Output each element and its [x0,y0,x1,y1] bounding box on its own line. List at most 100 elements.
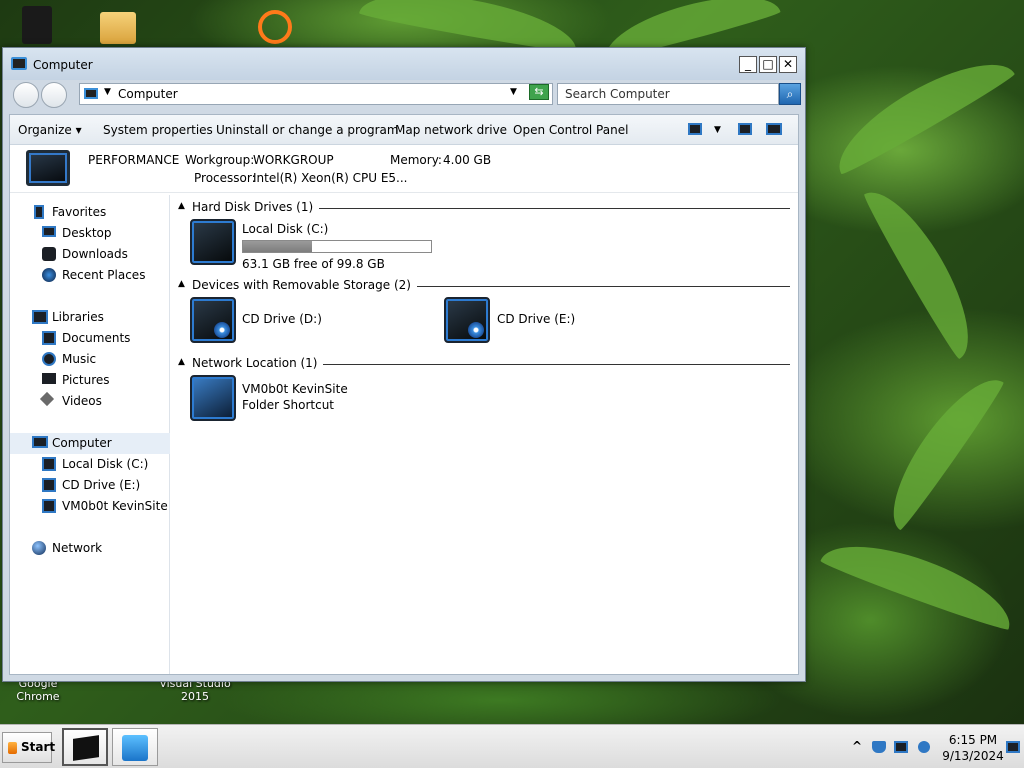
minimize-button[interactable]: _ [739,56,757,73]
recent-places-icon [42,268,56,282]
network-location-type: Folder Shortcut [242,398,335,412]
address-bar-row: ▼ Computer ▼ ⇆ Search Computer ⌕ [9,80,801,110]
address-field[interactable]: ▼ Computer ▼ [79,83,553,105]
system-properties-button[interactable]: System properties [103,123,213,137]
clock[interactable]: 6:15 PM 9/13/2024 [942,732,1004,764]
start-button[interactable]: Start [2,732,55,763]
desktop-icon-top-1[interactable] [22,6,52,44]
taskbar: Start ^ 6:15 PM 9/13/2024 [0,724,1024,768]
nav-documents[interactable]: Documents [10,328,170,349]
main-pane: ▲ Hard Disk Drives (1) Local Disk (C:) 6… [172,195,798,674]
drive-name: Local Disk (C:) [242,222,329,236]
map-network-drive-button[interactable]: Map network drive [395,123,507,137]
desktop-icon-top-3[interactable] [258,10,292,44]
nav-vm0b0t-kevinsite[interactable]: VM0b0t KevinSite [10,496,170,517]
desktop-icon-label: 2015 [181,690,209,703]
nav-downloads[interactable]: Downloads [10,244,170,265]
organize-label: Organize [18,123,72,137]
cd-drive-icon [444,297,490,343]
desktop-icon-top-2[interactable] [100,12,136,44]
chevron-down-icon[interactable]: ▼ [104,87,111,97]
nav-desktop[interactable]: Desktop [10,223,170,244]
change-view-icon[interactable] [688,123,702,135]
explorer-window: Computer _ □ ✕ ▼ Computer ▼ ⇆ Search Com… [2,47,806,682]
workgroup-value: WORKGROUP [253,153,334,167]
nav-recent-places[interactable]: Recent Places [10,265,170,286]
nav-label: Recent Places [62,268,146,282]
taskbar-explorer-button[interactable] [62,728,108,766]
forward-button[interactable] [41,82,67,108]
processor-value: Intel(R) Xeon(R) CPU E5... [253,171,408,185]
search-icon[interactable]: ⌕ [779,83,801,105]
downloads-icon [42,247,56,261]
disk-usage-bar [242,240,432,253]
processor-label: Processor: [194,171,256,185]
collapse-icon[interactable]: ▲ [178,357,185,367]
system-tray: ^ 6:15 PM 9/13/2024 [846,725,1024,768]
address-history-dropdown[interactable]: ▼ [510,87,517,97]
nav-libraries[interactable]: Libraries [10,307,170,328]
back-button[interactable] [13,82,39,108]
nav-pictures[interactable]: Pictures [10,370,170,391]
nav-cd-drive-e[interactable]: CD Drive (E:) [10,475,170,496]
help-icon[interactable] [766,123,782,135]
nav-favorites[interactable]: Favorites [10,202,170,223]
network-globe-icon [32,541,46,555]
explorer-icon [73,735,99,761]
details-pane: PERFORMANCE Workgroup: WORKGROUP Memory:… [10,145,798,193]
nav-label: Libraries [52,310,104,324]
close-button[interactable]: ✕ [779,56,797,73]
group-hard-disk-drives[interactable]: ▲ Hard Disk Drives (1) [172,200,790,216]
nav-network[interactable]: Network [10,538,170,559]
title-bar[interactable]: Computer _ □ ✕ [3,48,805,80]
network-status-icon[interactable] [894,741,908,753]
nav-label: Desktop [62,226,112,240]
computer-icon [11,57,27,70]
network-folder-icon [190,375,236,421]
wallpaper-leaf [861,177,989,361]
organize-menu[interactable]: Organize ▾ [18,123,82,137]
computer-icon [32,436,48,448]
nav-videos[interactable]: Videos [10,391,170,412]
uninstall-program-button[interactable]: Uninstall or change a program [216,123,399,137]
group-removable-storage[interactable]: ▲ Devices with Removable Storage (2) [172,278,790,294]
collapse-icon[interactable]: ▲ [178,279,185,289]
security-shield-icon[interactable] [872,741,886,753]
nav-local-disk[interactable]: Local Disk (C:) [10,454,170,475]
drive-free-space: 63.1 GB free of 99.8 GB [242,257,385,271]
clock-date: 9/13/2024 [942,749,1004,763]
memory-label: Memory: [390,153,442,167]
nav-label: CD Drive (E:) [62,478,141,492]
taskbar-search-button[interactable] [112,728,158,766]
nav-label: Downloads [62,247,128,261]
nav-label: Videos [62,394,102,408]
open-control-panel-button[interactable]: Open Control Panel [513,123,628,137]
nav-music[interactable]: Music [10,349,170,370]
maximize-button[interactable]: □ [759,56,777,73]
nav-computer[interactable]: Computer [10,433,170,454]
nav-label: VM0b0t KevinSite [62,499,168,513]
drive-name: CD Drive (E:) [497,312,576,326]
desktop-icon [42,226,56,237]
wallpaper-leaf [873,363,1007,533]
hard-drive-icon [190,219,236,265]
star-icon [34,205,44,219]
magnifier-icon [122,735,148,761]
preview-pane-icon[interactable] [738,123,752,135]
view-options-dropdown[interactable]: ▼ [714,125,721,135]
search-input[interactable]: Search Computer [557,83,779,105]
memory-value: 4.00 GB [443,153,492,167]
volume-icon[interactable] [918,741,930,753]
group-network-location[interactable]: ▲ Network Location (1) [172,356,790,372]
desktop-icon-label: Chrome [16,690,60,703]
collapse-icon[interactable]: ▲ [178,201,185,211]
nav-label: Network [52,541,103,555]
show-hidden-icons-button[interactable]: ^ [852,739,862,753]
nav-label: Pictures [62,373,110,387]
computer-name: PERFORMANCE [88,153,180,167]
documents-icon [42,331,56,345]
show-desktop-icon[interactable] [1006,741,1020,753]
drive-name: CD Drive (D:) [242,312,322,326]
refresh-button[interactable]: ⇆ [529,84,549,100]
network-folder-icon [42,499,56,513]
